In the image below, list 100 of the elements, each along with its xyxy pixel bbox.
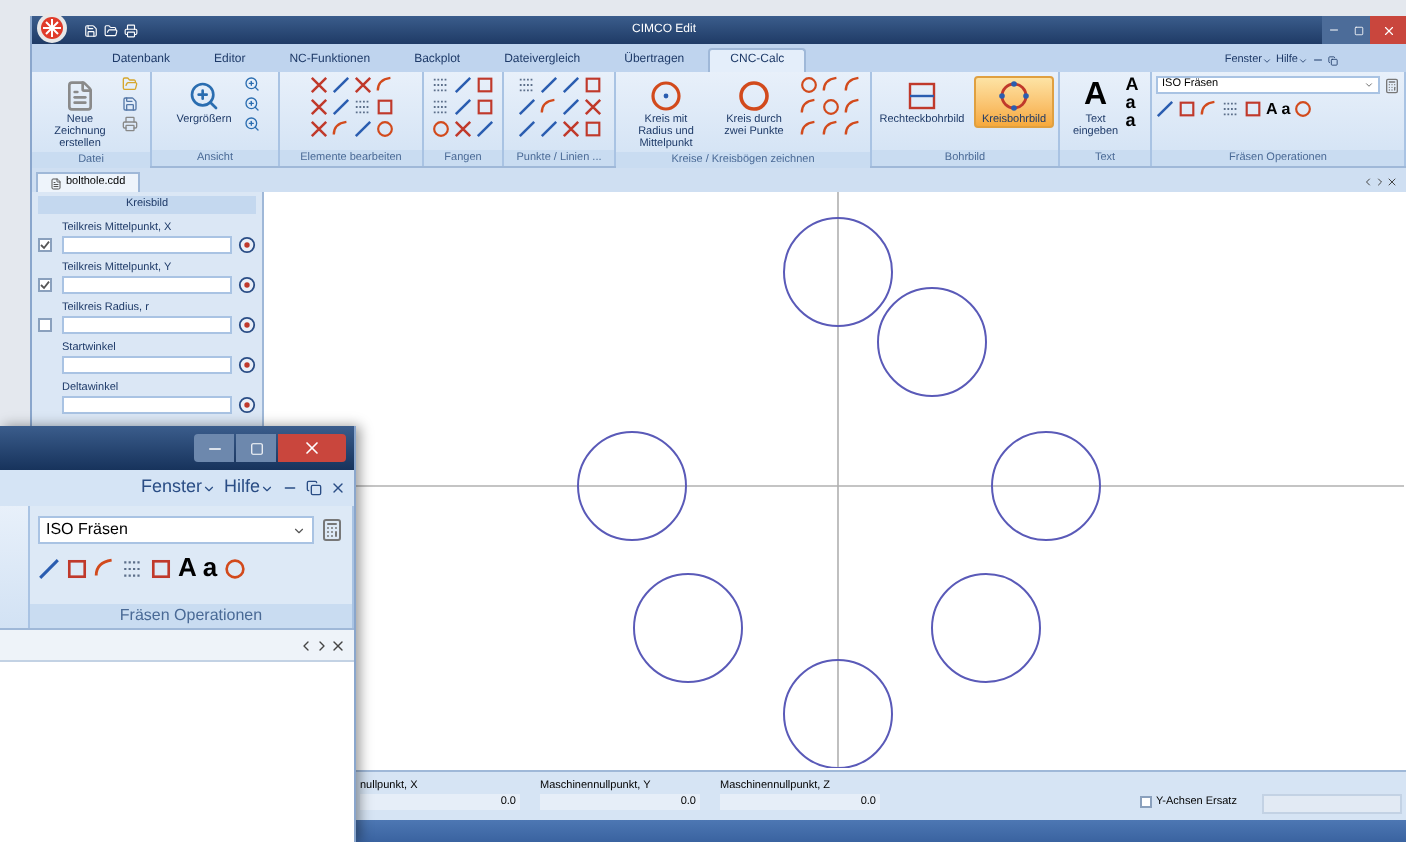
close-icon[interactable] [330, 480, 346, 496]
close-icon[interactable] [1386, 176, 1398, 188]
checkbox[interactable] [38, 238, 52, 252]
window-menu[interactable]: Hilfe [223, 474, 274, 502]
calculator-icon[interactable] [320, 518, 344, 542]
circle-shape [577, 431, 687, 541]
line-icon[interactable] [454, 76, 472, 94]
arc-icon[interactable] [375, 76, 393, 94]
arc-icon[interactable] [94, 557, 116, 579]
zoom-icon[interactable] [244, 116, 260, 132]
grid-icon[interactable] [353, 98, 371, 116]
scroll-right-icon[interactable] [314, 637, 330, 653]
letter-button[interactable]: A [178, 554, 197, 582]
letter-button[interactable]: a [202, 554, 218, 582]
letter-button[interactable]: a [1125, 94, 1139, 112]
close-button[interactable] [278, 434, 346, 462]
caret-icon [1298, 55, 1308, 65]
minimize-button[interactable] [1322, 16, 1346, 44]
square-icon[interactable] [583, 120, 601, 138]
input-field[interactable] [62, 316, 232, 334]
pick-point-icon[interactable] [238, 396, 256, 414]
letter-button[interactable]: a [1125, 112, 1139, 130]
group-label: Fräsen Operationen [30, 604, 352, 628]
restore-icon[interactable] [1328, 55, 1338, 65]
cross-icon[interactable] [309, 76, 327, 94]
cross-icon[interactable] [454, 120, 472, 138]
arc-icon[interactable] [1200, 100, 1218, 118]
close-icon[interactable] [330, 637, 346, 653]
maximize-button[interactable] [236, 434, 276, 462]
line-icon[interactable] [561, 98, 579, 116]
maximize-icon [249, 441, 263, 455]
square-icon[interactable] [583, 76, 601, 94]
square-icon[interactable] [150, 557, 172, 579]
checkbox[interactable] [38, 318, 52, 332]
arc-icon[interactable] [331, 120, 349, 138]
circle-icon[interactable] [822, 98, 840, 116]
caret-icon [201, 481, 216, 495]
cross-icon[interactable] [583, 98, 601, 116]
grid-icon[interactable] [122, 557, 144, 579]
cross-icon[interactable] [309, 120, 327, 138]
circle-icon[interactable] [223, 557, 246, 579]
square-icon[interactable] [375, 98, 393, 116]
maximize-button[interactable] [1346, 16, 1370, 44]
input-field[interactable] [62, 236, 232, 254]
cross-icon[interactable] [561, 120, 579, 138]
grid-icon[interactable] [432, 98, 450, 116]
cross-icon[interactable] [309, 98, 327, 116]
square-icon[interactable] [476, 98, 494, 116]
letter-button[interactable]: A [1125, 76, 1139, 94]
window-menu[interactable]: Fenster [140, 474, 216, 502]
line-icon[interactable] [331, 98, 349, 116]
pick-point-icon[interactable] [238, 316, 256, 334]
line-icon[interactable] [539, 76, 557, 94]
document-icon [64, 80, 96, 112]
zoom-icon[interactable] [244, 96, 260, 112]
circle-icon[interactable] [800, 76, 818, 94]
pick-point-icon[interactable] [238, 236, 256, 254]
line-icon[interactable] [1156, 100, 1174, 118]
minimize-icon[interactable] [1312, 54, 1324, 66]
square-icon[interactable] [1178, 100, 1196, 118]
checkbox[interactable] [1140, 796, 1152, 809]
circle-icon[interactable] [375, 120, 393, 138]
restore-icon[interactable] [306, 480, 322, 496]
calculator-icon[interactable] [1384, 77, 1400, 93]
square-icon[interactable] [66, 557, 88, 579]
checkbox[interactable] [38, 278, 52, 292]
big-letter: A [1083, 80, 1108, 112]
line-icon[interactable] [561, 76, 579, 94]
circle-icon[interactable] [1294, 100, 1313, 118]
scroll-left-icon[interactable] [298, 637, 314, 653]
grid-icon[interactable] [517, 76, 535, 94]
printer-icon[interactable] [124, 23, 138, 37]
letter-button[interactable]: a [1281, 100, 1291, 118]
letter-button[interactable]: A [1266, 100, 1278, 118]
square-icon[interactable] [476, 76, 494, 94]
line-icon[interactable] [517, 120, 535, 138]
zoom-icon[interactable] [244, 76, 260, 92]
line-icon[interactable] [454, 98, 472, 116]
line-icon[interactable] [331, 76, 349, 94]
grid-icon[interactable] [432, 76, 450, 94]
app-logo-icon[interactable] [36, 12, 68, 44]
minimize-button[interactable] [194, 434, 234, 462]
mode-dropdown[interactable]: ISO Fräsen [38, 516, 314, 544]
input-field[interactable] [62, 276, 232, 294]
line-icon[interactable] [539, 120, 557, 138]
cross-icon[interactable] [353, 76, 371, 94]
input-field[interactable] [62, 396, 232, 414]
circle-icon[interactable] [432, 120, 450, 138]
circle-shape [783, 217, 893, 327]
grid-icon[interactable] [1222, 100, 1240, 118]
square-icon[interactable] [1244, 100, 1262, 118]
line-icon[interactable] [476, 120, 494, 138]
pick-point-icon[interactable] [238, 356, 256, 374]
rectangle-pattern-icon [906, 80, 938, 112]
pick-point-icon[interactable] [238, 276, 256, 294]
line-icon[interactable] [517, 98, 535, 116]
arc-icon[interactable] [539, 98, 557, 116]
line-icon[interactable] [38, 557, 60, 579]
input-field[interactable] [62, 356, 232, 374]
line-icon[interactable] [353, 120, 371, 138]
